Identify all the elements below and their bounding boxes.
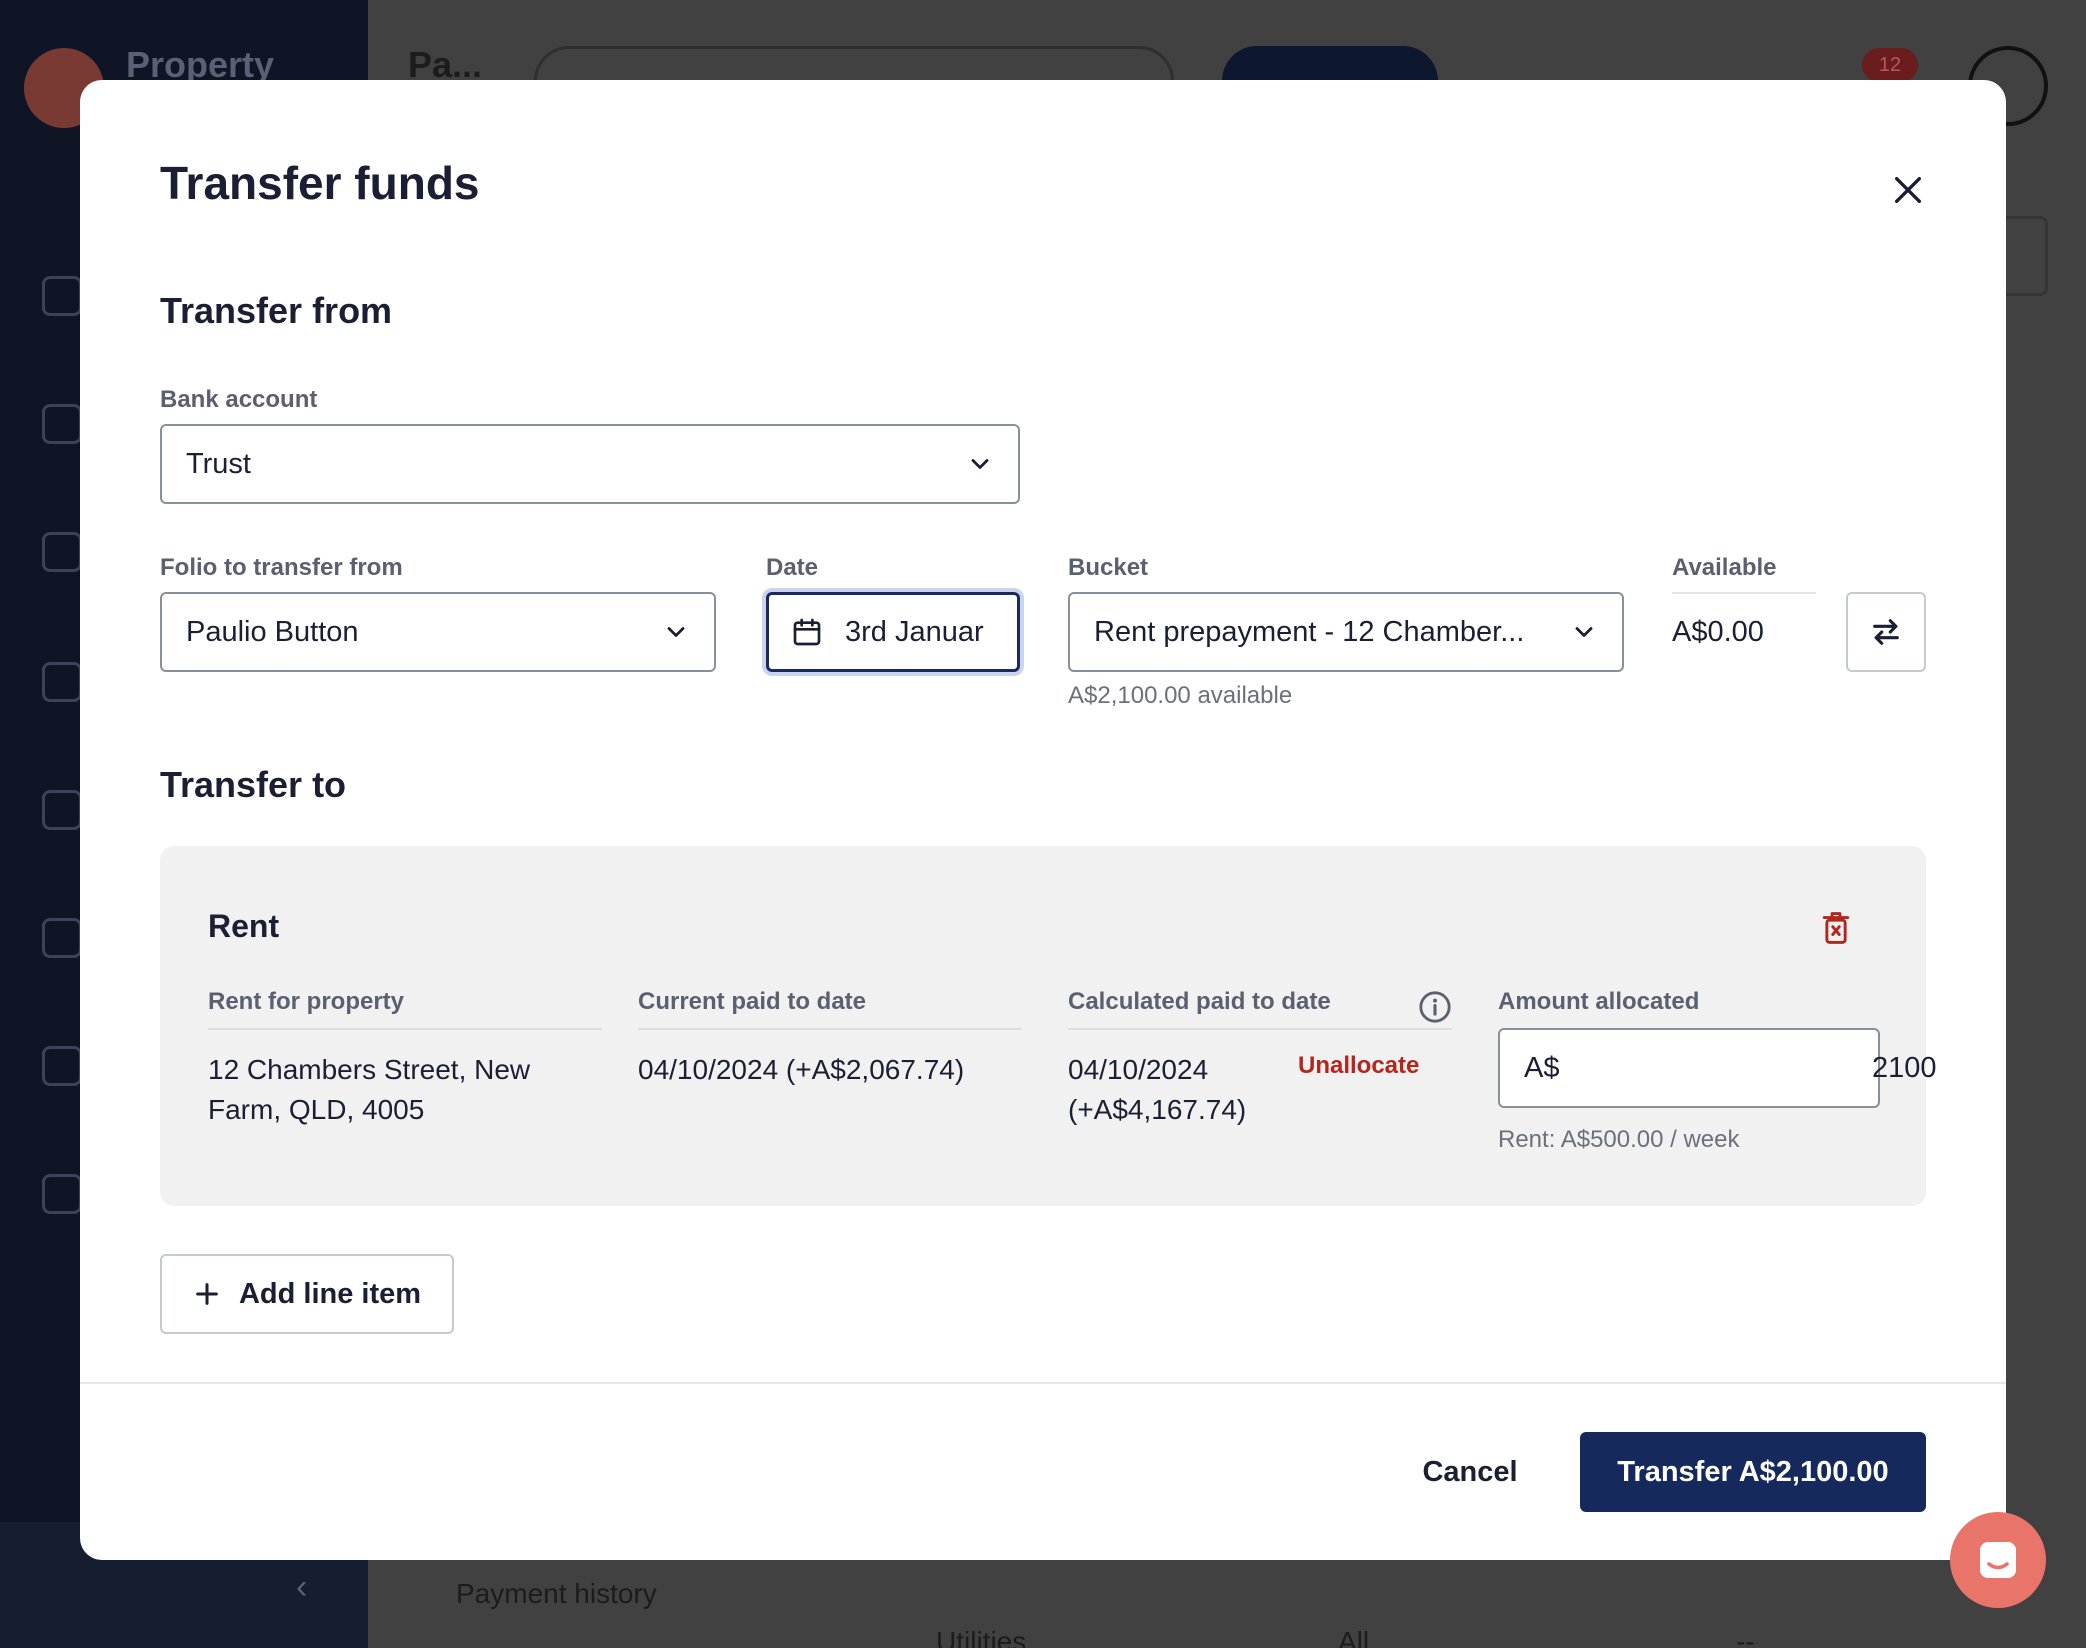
date-value: 3rd Januar [845, 615, 984, 648]
trash-icon [1822, 912, 1850, 944]
background-row-value: -- [1736, 1626, 1755, 1648]
delete-line-item-button[interactable] [1816, 908, 1856, 948]
unallocate-link[interactable]: Unallocate [1298, 1052, 1419, 1080]
background-row-filter: All [1338, 1626, 1370, 1648]
home-icon [42, 404, 82, 444]
users-icon [42, 1046, 82, 1086]
plus-icon [196, 1283, 218, 1305]
date-label: Date [766, 554, 819, 581]
bank-account-label: Bank account [160, 386, 318, 413]
chat-icon [1980, 1542, 2016, 1578]
transfer-to-heading: Transfer to [160, 764, 347, 805]
folio-value: Paulio Button [186, 615, 359, 648]
available-label: Available [1672, 554, 1816, 594]
transfer-funds-modal: Transfer funds Transfer from Bank accoun… [80, 80, 2006, 1560]
mail-icon [42, 790, 82, 830]
currency-prefix: A$ [1524, 1051, 1560, 1084]
current-paid-to-date-label: Current paid to date [638, 988, 1022, 1030]
close-icon [1894, 176, 1922, 204]
bucket-label: Bucket [1068, 554, 1149, 581]
swap-button[interactable] [1846, 592, 1926, 672]
notification-badge: 12 [1862, 48, 1918, 82]
chat-button[interactable] [1950, 1512, 2046, 1608]
rent-for-property-label: Rent for property [208, 988, 602, 1030]
folio-select[interactable]: Paulio Button [160, 592, 716, 672]
line-item-title: Rent [208, 908, 280, 944]
rent-rate-note: Rent: A$500.00 / week [1498, 1126, 1740, 1153]
amount-allocated-label: Amount allocated [1498, 988, 1700, 1015]
background-payment-history: Payment history [456, 1578, 657, 1609]
background-row-category: Utilities [936, 1626, 1027, 1648]
folio-label: Folio to transfer from [160, 554, 403, 581]
transfer-from-heading: Transfer from [160, 290, 393, 331]
dashboard-icon [42, 276, 82, 316]
date-input[interactable]: 3rd Januar [766, 592, 1020, 672]
bucket-select[interactable]: Rent prepayment - 12 Chamber... [1068, 592, 1624, 672]
calendar-icon [793, 618, 821, 646]
swap-icon [1873, 619, 1899, 645]
available-value: A$0.00 [1672, 616, 1764, 648]
bank-account-select[interactable]: Trust [160, 424, 1020, 504]
close-button[interactable] [1880, 162, 1936, 218]
bucket-value: Rent prepayment - 12 Chamber... [1094, 615, 1525, 648]
clipboard-icon [42, 532, 82, 572]
chart-icon [42, 662, 82, 702]
cancel-button[interactable]: Cancel [1402, 1432, 1538, 1512]
rent-for-property-value: 12 Chambers Street, New Farm, QLD, 4005 [208, 1054, 531, 1125]
add-line-item-label: Add line item [238, 1277, 422, 1310]
chevron-down-icon [1575, 627, 1593, 637]
settings-sliders-icon [42, 1174, 82, 1214]
info-icon[interactable] [1418, 990, 1452, 1024]
rent-line-item-card: Rent Rent for property 12 Chambers Stree… [160, 846, 1937, 1206]
chevron-down-icon [971, 459, 989, 469]
add-line-item-button[interactable]: Add line item [160, 1254, 454, 1334]
calculated-paid-to-date-label: Calculated paid to date [1068, 988, 1452, 1030]
modal-title: Transfer funds [160, 157, 480, 209]
current-paid-to-date-value: 04/10/2024 (+A$2,067.74) [638, 1054, 965, 1085]
report-icon [42, 918, 82, 958]
calculated-paid-to-date-value: 04/10/2024 (+A$4,167.74) [1068, 1054, 1247, 1125]
transfer-submit-button[interactable]: Transfer A$2,100.00 [1580, 1432, 1926, 1512]
amount-allocated-input[interactable] [1559, 1051, 1937, 1085]
footer-divider [80, 1382, 2006, 1384]
bucket-available-text: A$2,100.00 available [1068, 682, 1293, 709]
chevron-down-icon [667, 627, 685, 637]
amount-allocated-field[interactable]: A$ [1498, 1028, 1937, 1108]
bank-account-value: Trust [186, 447, 251, 480]
collapse-sidebar-icon: ‹ [296, 1568, 308, 1606]
